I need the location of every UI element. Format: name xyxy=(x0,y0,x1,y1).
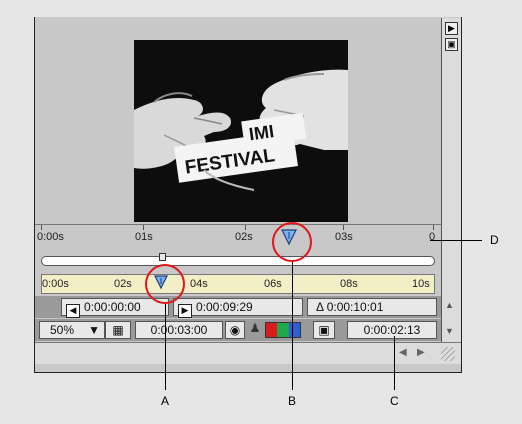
mini-ruler-label: 0:00s xyxy=(42,278,69,290)
mini-ruler-label: 02s xyxy=(114,278,132,290)
region-icon: ▣ xyxy=(318,323,330,337)
scroll-up-arrow-icon[interactable]: ▲ xyxy=(445,300,454,310)
preview-frame: FESTIVAL IMI xyxy=(134,40,348,222)
camera-icon: ◉ xyxy=(229,323,241,337)
ruler-tick xyxy=(245,225,246,230)
current-time-field[interactable]: 0:00:03:00 xyxy=(135,321,223,339)
out-point-field[interactable]: ▶ 0:00:09:29 xyxy=(173,298,303,318)
scroll-down-arrow-icon[interactable]: ▼ xyxy=(445,326,454,336)
ruler-tick xyxy=(41,225,42,230)
right-sidebar: ▶ ▣ xyxy=(441,18,461,326)
duration-value: Δ 0:00:10:01 xyxy=(316,300,384,314)
work-bar-marker[interactable] xyxy=(159,253,166,261)
in-point-value: 0:00:00:00 xyxy=(84,300,141,314)
scroll-right-arrow-icon[interactable]: ▶ xyxy=(417,347,425,358)
callout-label-a: A xyxy=(161,394,170,408)
zoom-value: 50% xyxy=(50,323,75,337)
in-point-field[interactable]: ◀ 0:00:00:00 xyxy=(61,298,169,318)
preview-area: FESTIVAL IMI xyxy=(35,18,441,226)
callout-line-a xyxy=(165,304,166,390)
highlight-circle-a xyxy=(145,264,185,304)
ruler-label: 0 xyxy=(429,231,436,243)
region-time-value: 0:00:02:13 xyxy=(363,323,421,337)
sign-partial-text: IMI xyxy=(248,121,276,144)
ruler-tick xyxy=(143,225,144,230)
view-controls-row: 50% ▼ ▦ 0:00:03:00 ◉ ♟ ▣ 0:00:02:13 xyxy=(35,319,441,341)
callout-line-c xyxy=(394,336,395,390)
callout-line-d xyxy=(430,240,482,241)
mini-ruler-label: 10s xyxy=(412,278,430,290)
highlight-circle-b xyxy=(272,222,312,262)
work-area-bar[interactable] xyxy=(41,253,435,266)
mini-ruler-label: 08s xyxy=(340,278,358,290)
region-of-interest-button[interactable]: ▣ xyxy=(313,321,335,339)
show-snapshot-button[interactable]: ♟ xyxy=(247,321,263,339)
mini-ruler-label: 06s xyxy=(264,278,282,290)
time-controls-row: ◀ 0:00:00:00 ▶ 0:00:09:29 Δ 0:00:10:01 xyxy=(35,296,441,318)
ruler-label: 01s xyxy=(135,231,153,243)
zoom-select[interactable]: 50% ▼ xyxy=(39,321,105,339)
set-in-point-icon[interactable]: ◀ xyxy=(66,304,80,318)
resize-grip-icon[interactable] xyxy=(441,347,455,361)
expand-arrow-button[interactable]: ▶ xyxy=(445,22,458,35)
rgb-channel-button[interactable] xyxy=(265,322,301,338)
ruler-tick xyxy=(433,225,434,230)
options-icon-button[interactable]: ▣ xyxy=(445,38,458,51)
current-time-value: 0:00:03:00 xyxy=(150,323,208,337)
mini-ruler-label: 04s xyxy=(190,278,208,290)
ruler-label: 02s xyxy=(235,231,253,243)
safe-margins-button[interactable]: ▦ xyxy=(105,321,131,339)
callout-line-b xyxy=(292,262,293,390)
horizontal-scrollbar[interactable]: ◀ ▶ xyxy=(35,342,461,364)
vertical-scrollbar[interactable]: ▲ ▼ xyxy=(441,296,461,342)
ruler-tick xyxy=(343,225,344,230)
set-out-point-icon[interactable]: ▶ xyxy=(178,304,192,318)
preview-image: FESTIVAL IMI xyxy=(134,40,348,222)
person-icon: ♟ xyxy=(249,321,261,335)
composition-window: FESTIVAL IMI ▶ ▣ 0:00s 01s 02s 03s 0 0:0… xyxy=(34,17,462,373)
chevron-down-icon: ▼ xyxy=(88,323,100,337)
snapshot-button[interactable]: ◉ xyxy=(225,321,245,339)
region-time-field[interactable]: 0:00:02:13 xyxy=(347,321,437,339)
scroll-left-arrow-icon[interactable]: ◀ xyxy=(399,347,407,358)
crop-icon: ▦ xyxy=(112,323,124,337)
duration-field: Δ 0:00:10:01 xyxy=(307,298,437,316)
time-ruler[interactable]: 0:00s 01s 02s 03s 0 xyxy=(35,224,441,251)
callout-label-c: C xyxy=(390,394,399,408)
mini-time-ruler[interactable]: 0:00s 02s 04s 06s 08s 10s xyxy=(41,274,435,294)
callout-label-b: B xyxy=(288,394,297,408)
out-point-value: 0:00:09:29 xyxy=(196,300,253,314)
ruler-label: 0:00s xyxy=(37,231,64,243)
callout-label-d: D xyxy=(490,233,499,247)
ruler-label: 03s xyxy=(335,231,353,243)
